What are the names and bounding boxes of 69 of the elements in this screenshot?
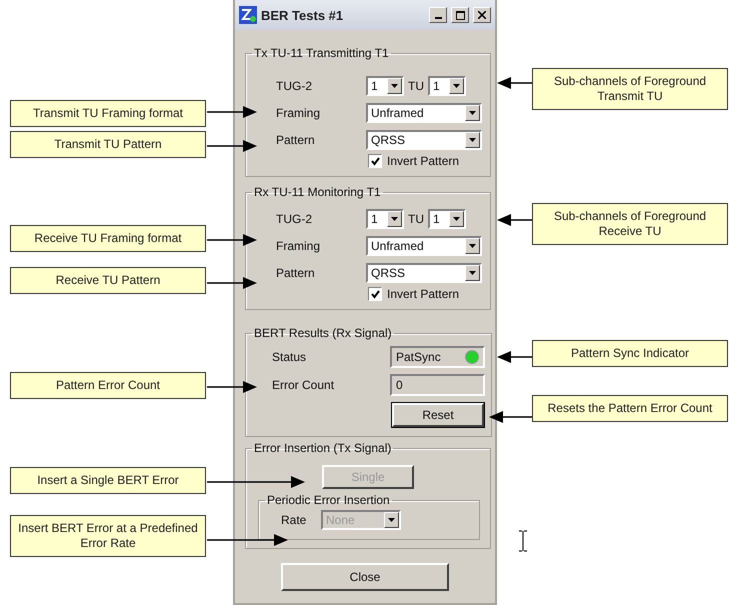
field-label: Rate bbox=[281, 513, 308, 527]
callout-label: Sub-channels of Foreground Transmit TU bbox=[532, 68, 728, 110]
group-title: Rx TU-11 Monitoring T1 bbox=[253, 185, 382, 199]
minimize-button[interactable] bbox=[429, 7, 447, 23]
pattern-dropdown[interactable]: QRSS bbox=[366, 263, 482, 283]
field-label: Pattern bbox=[276, 266, 316, 280]
field-label: TUG-2 bbox=[276, 212, 313, 226]
dropdown-arrow-icon bbox=[469, 271, 476, 275]
field-label: TUG-2 bbox=[276, 79, 313, 93]
framing-dropdown[interactable]: Unframed bbox=[366, 103, 482, 123]
window-close-button[interactable] bbox=[473, 7, 491, 23]
arrow bbox=[497, 351, 532, 363]
field-label: Framing bbox=[276, 239, 322, 253]
arrow bbox=[207, 140, 257, 152]
group-title: Tx TU-11 Transmitting T1 bbox=[253, 46, 390, 60]
field-label: Pattern bbox=[276, 133, 316, 147]
group-title: Error Insertion (Tx Signal) bbox=[253, 441, 392, 455]
dropdown-arrow-icon bbox=[469, 244, 476, 248]
callout-label: Pattern Error Count bbox=[10, 372, 206, 399]
dropdown-arrow-icon bbox=[469, 138, 476, 142]
dropdown-arrow-icon bbox=[391, 217, 398, 221]
callout-label: Receive TU Framing format bbox=[10, 225, 206, 252]
close-icon bbox=[478, 11, 486, 19]
field-label: TU bbox=[407, 79, 425, 93]
window-title: BER Tests #1 bbox=[261, 8, 344, 22]
callout-label: Transmit TU Framing format bbox=[10, 100, 206, 127]
callout-label: Sub-channels of Foreground Receive TU bbox=[532, 203, 728, 245]
error-count-field: 0 bbox=[390, 374, 485, 396]
tu-dropdown[interactable]: 1 bbox=[428, 209, 466, 229]
text-cursor-icon bbox=[519, 530, 527, 552]
field-label: Status bbox=[272, 350, 308, 364]
field-label: Error Count bbox=[272, 378, 336, 392]
checkbox-label: Invert Pattern bbox=[387, 287, 460, 301]
dropdown-arrow-icon bbox=[388, 518, 395, 522]
tug2-dropdown[interactable]: 1 bbox=[366, 76, 404, 96]
field-label: Framing bbox=[276, 106, 322, 120]
callout-label: Resets the Pattern Error Count bbox=[532, 395, 728, 422]
arrow bbox=[497, 214, 532, 226]
close-button[interactable]: Close bbox=[281, 563, 449, 591]
callout-label: Insert a Single BERT Error bbox=[10, 467, 206, 494]
maximize-button[interactable] bbox=[451, 7, 469, 23]
dropdown-arrow-icon bbox=[469, 111, 476, 115]
field-label: TU bbox=[407, 212, 425, 226]
arrow bbox=[497, 77, 532, 89]
checkbox-label: Invert Pattern bbox=[387, 154, 460, 168]
dropdown-arrow-icon bbox=[453, 84, 460, 88]
tug2-dropdown[interactable]: 1 bbox=[366, 209, 404, 229]
invert-checkbox[interactable] bbox=[368, 154, 382, 168]
callout-label: Insert BERT Error at a Predefined Error Rate bbox=[10, 515, 206, 557]
arrow bbox=[207, 277, 257, 289]
arrow bbox=[207, 234, 257, 246]
callout-label: Pattern Sync Indicator bbox=[532, 340, 728, 367]
group-title: Periodic Error Insertion bbox=[266, 493, 391, 507]
status-field: PatSync bbox=[390, 346, 485, 368]
dropdown-arrow-icon bbox=[453, 217, 460, 221]
callout-label: Receive TU Pattern bbox=[10, 267, 206, 294]
arrow bbox=[207, 381, 257, 393]
tu-dropdown[interactable]: 1 bbox=[428, 76, 466, 96]
reset-button[interactable]: Reset bbox=[392, 403, 484, 427]
app-icon bbox=[239, 6, 257, 24]
group-title: BERT Results (Rx Signal) bbox=[253, 326, 393, 340]
pattern-dropdown[interactable]: QRSS bbox=[366, 130, 482, 150]
invert-checkbox[interactable] bbox=[368, 287, 382, 301]
arrow bbox=[207, 106, 257, 118]
dropdown-arrow-icon bbox=[391, 84, 398, 88]
framing-dropdown[interactable]: Unframed bbox=[366, 236, 482, 256]
arrow bbox=[489, 411, 532, 423]
callout-label: Transmit TU Pattern bbox=[10, 131, 206, 158]
maximize-icon bbox=[456, 10, 464, 20]
